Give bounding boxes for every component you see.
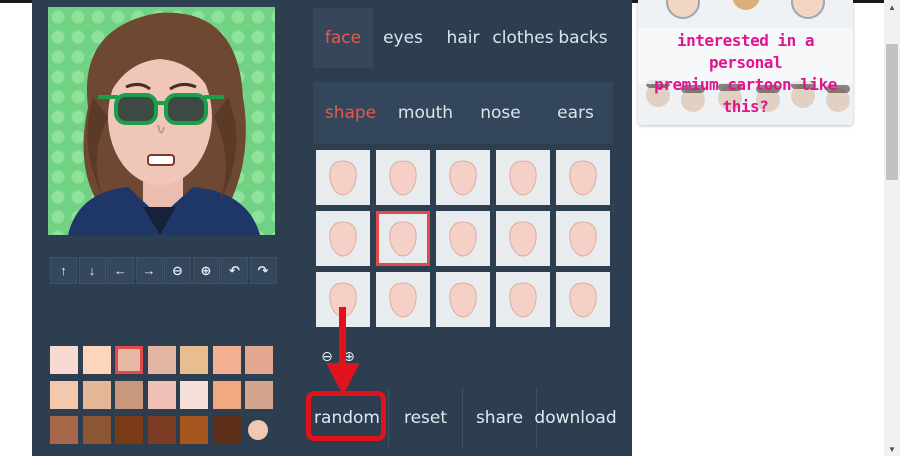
face-shape-option[interactable] bbox=[496, 150, 550, 205]
annotation-arrow bbox=[326, 307, 360, 395]
face-shape-option[interactable] bbox=[376, 150, 430, 205]
tab-backs[interactable]: backs bbox=[553, 8, 613, 68]
skin-color-swatch[interactable] bbox=[115, 346, 143, 374]
face-shape-icon bbox=[509, 159, 537, 196]
face-shape-icon bbox=[569, 281, 597, 318]
face-shape-icon bbox=[329, 159, 357, 196]
skin-color-swatch[interactable] bbox=[82, 346, 111, 374]
undo-icon[interactable]: ↶ bbox=[221, 257, 248, 284]
skin-color-swatch[interactable] bbox=[180, 381, 208, 409]
skin-color-swatch[interactable] bbox=[212, 416, 241, 444]
face-shape-option[interactable] bbox=[496, 211, 550, 266]
face-shape-option[interactable] bbox=[376, 211, 430, 266]
face-shape-option[interactable] bbox=[316, 150, 370, 205]
arrow-left-icon[interactable]: ← bbox=[107, 257, 134, 284]
face-shape-icon bbox=[509, 220, 537, 257]
face-shape-option[interactable] bbox=[556, 211, 610, 266]
face-shape-option[interactable] bbox=[496, 272, 550, 327]
tab-hair[interactable]: hair bbox=[433, 8, 493, 68]
scroll-up-icon[interactable]: ▲ bbox=[884, 0, 900, 14]
tab-eyes[interactable]: eyes bbox=[373, 8, 433, 68]
face-shape-option[interactable] bbox=[556, 272, 610, 327]
skin-color-swatch[interactable] bbox=[82, 416, 111, 444]
skin-color-swatch[interactable] bbox=[50, 381, 78, 409]
face-shape-icon bbox=[569, 159, 597, 196]
annotation-highlight bbox=[306, 391, 386, 441]
arrow-down-icon[interactable]: ↓ bbox=[78, 257, 106, 284]
zoom-in-icon[interactable]: ⊕ bbox=[192, 257, 220, 284]
skin-color-swatch[interactable] bbox=[180, 416, 208, 444]
skin-color-swatch[interactable] bbox=[212, 381, 241, 409]
face-shape-option[interactable] bbox=[436, 211, 490, 266]
arrow-right-icon[interactable]: → bbox=[135, 257, 163, 284]
tab-face[interactable]: face bbox=[313, 8, 373, 68]
face-shape-option[interactable] bbox=[436, 150, 490, 205]
face-shape-icon bbox=[449, 159, 477, 196]
face-shape-option[interactable] bbox=[316, 211, 370, 266]
skin-color-swatch[interactable] bbox=[180, 346, 208, 374]
tab-clothes[interactable]: clothes bbox=[492, 8, 553, 68]
scroll-down-icon[interactable]: ▼ bbox=[884, 442, 900, 456]
scroll-thumb[interactable] bbox=[886, 44, 898, 180]
skin-color-swatch[interactable] bbox=[245, 381, 273, 409]
skin-color-swatch[interactable] bbox=[147, 346, 176, 374]
category-tabs: face eyes hair clothes backs bbox=[313, 8, 613, 68]
redo-icon[interactable]: ↷ bbox=[249, 257, 277, 284]
ad-text: interested in a personal premium cartoon… bbox=[638, 30, 853, 118]
ad-banner[interactable]: interested in a personal premium cartoon… bbox=[638, 0, 853, 125]
avatar-toolbar: ↑ ↓ ← → ⊖ ⊕ ↶ ↷ bbox=[50, 257, 278, 285]
face-shape-icon bbox=[509, 281, 537, 318]
skin-color-swatch[interactable] bbox=[248, 420, 268, 440]
ad-line-1: interested in a personal bbox=[677, 31, 815, 72]
tab-shape[interactable]: shape bbox=[313, 82, 388, 144]
face-shape-icon bbox=[389, 220, 417, 257]
avatar-mouth bbox=[147, 154, 175, 166]
subcategory-tabs: shape mouth nose ears bbox=[313, 82, 613, 144]
ad-line-2: premium cartoon like this? bbox=[654, 75, 837, 116]
avatar-preview bbox=[48, 7, 275, 235]
skin-color-swatch[interactable] bbox=[115, 416, 143, 444]
skin-color-swatch[interactable] bbox=[50, 416, 78, 444]
skin-color-swatch[interactable] bbox=[115, 381, 143, 409]
skin-color-swatch[interactable] bbox=[245, 346, 273, 374]
tab-ears[interactable]: ears bbox=[538, 82, 613, 144]
face-shape-icon bbox=[449, 220, 477, 257]
skin-color-swatch[interactable] bbox=[147, 416, 176, 444]
page-scrollbar[interactable]: ▲ ▼ bbox=[884, 0, 900, 456]
arrow-up-icon[interactable]: ↑ bbox=[50, 257, 77, 284]
face-shape-icon bbox=[389, 159, 417, 196]
face-shape-option[interactable] bbox=[376, 272, 430, 327]
avatar-glasses bbox=[114, 93, 158, 125]
download-button[interactable]: download bbox=[534, 387, 617, 449]
face-shape-icon bbox=[449, 281, 477, 318]
tab-mouth[interactable]: mouth bbox=[388, 82, 463, 144]
skin-color-swatch[interactable] bbox=[50, 346, 78, 374]
skin-color-swatch[interactable] bbox=[147, 381, 176, 409]
face-shape-icon bbox=[569, 220, 597, 257]
skin-color-swatch[interactable] bbox=[212, 346, 241, 374]
reset-button[interactable]: reset bbox=[388, 387, 462, 449]
face-shape-option[interactable] bbox=[556, 150, 610, 205]
skin-color-palette bbox=[50, 346, 274, 450]
face-shape-icon bbox=[389, 281, 417, 318]
tab-nose[interactable]: nose bbox=[463, 82, 538, 144]
skin-color-swatch[interactable] bbox=[82, 381, 111, 409]
share-button[interactable]: share bbox=[462, 387, 536, 449]
face-shape-icon bbox=[329, 220, 357, 257]
face-shape-option[interactable] bbox=[436, 272, 490, 327]
zoom-out-icon[interactable]: ⊖ bbox=[164, 257, 191, 284]
